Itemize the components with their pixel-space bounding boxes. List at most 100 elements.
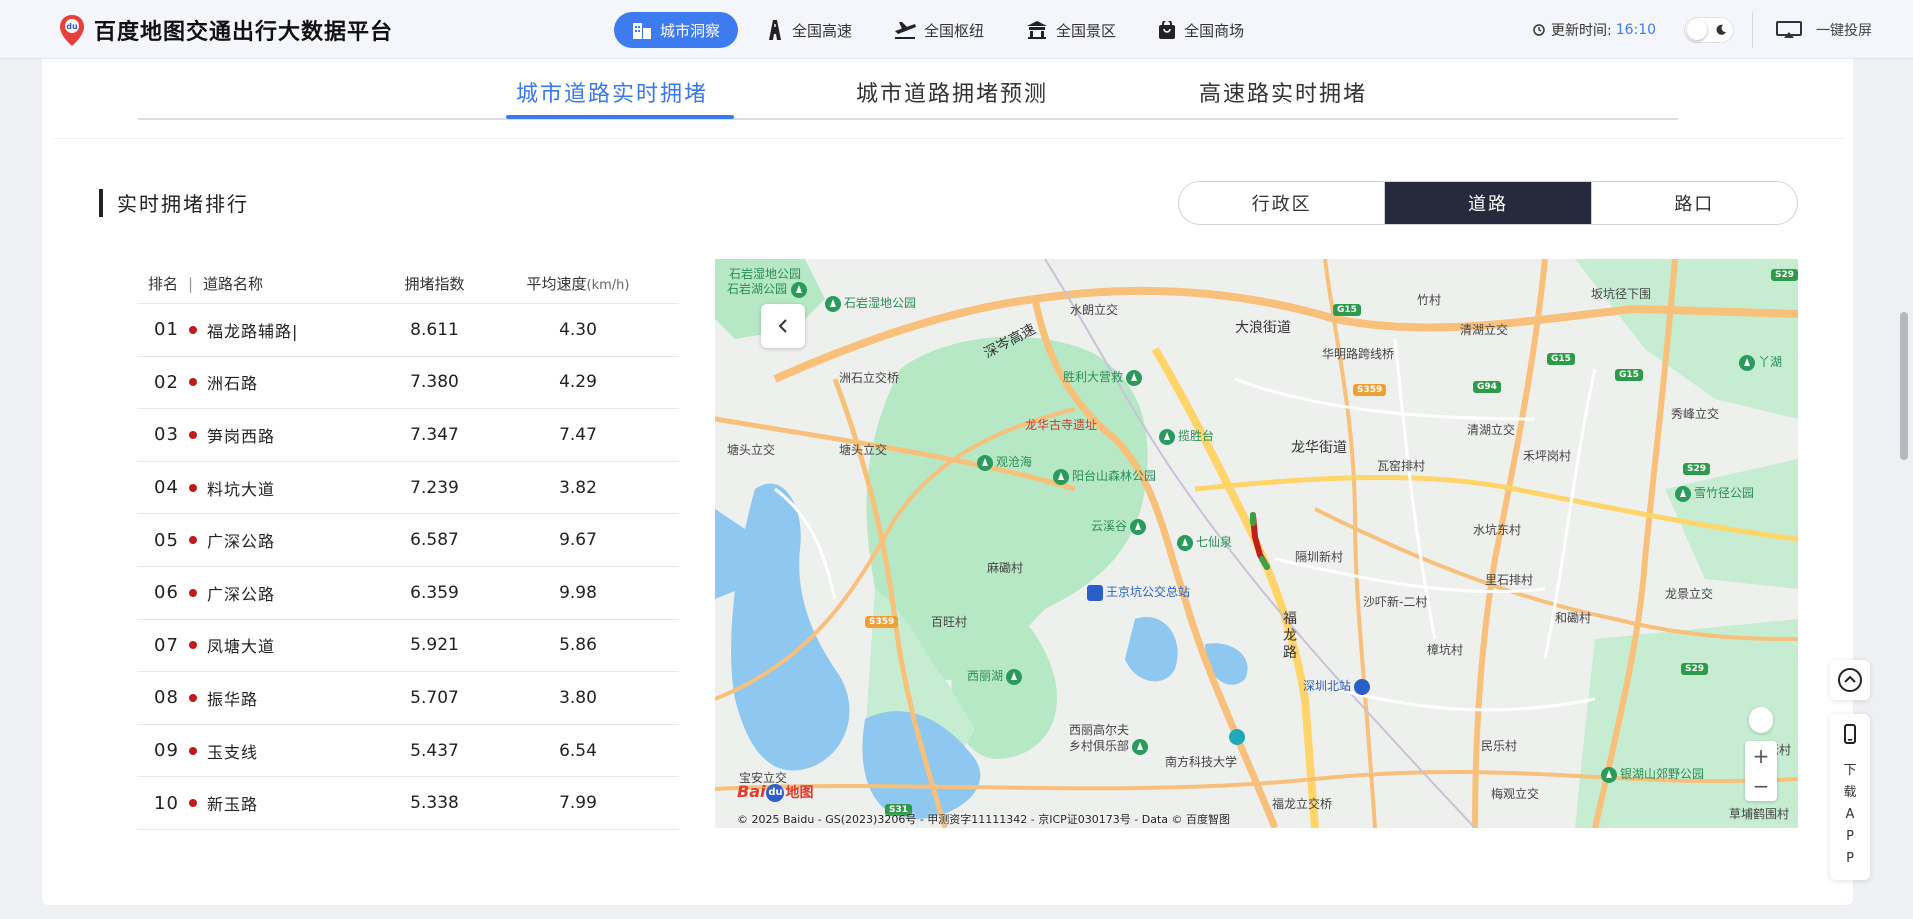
road-name: 广深公路 <box>207 532 276 552</box>
table-row[interactable]: 03 笋岗西路 7.347 7.47 <box>137 409 679 462</box>
app-logo[interactable]: du 百度地图交通出行大数据平台 <box>58 14 393 46</box>
avg-speed-cell: 5.86 <box>559 635 597 656</box>
congestion-index-cell: 5.338 <box>410 793 459 814</box>
map-label: 秀峰立交 <box>1671 407 1720 421</box>
plane-icon <box>895 22 917 39</box>
zoom-in-button[interactable]: + <box>1745 741 1777 771</box>
nav-label: 全国商场 <box>1184 21 1245 40</box>
park-poi-icon <box>1739 354 1755 371</box>
park-poi-icon <box>791 281 808 298</box>
table-row[interactable]: 07 凤塘大道 5.921 5.86 <box>137 620 679 673</box>
map-label: 云溪谷 <box>1091 517 1149 535</box>
seg-district[interactable]: 行政区 <box>1179 182 1386 224</box>
table-row[interactable]: 05 广深公路 6.587 9.67 <box>137 514 679 567</box>
road-name-cell: 凤塘大道 <box>189 633 365 657</box>
map-label <box>1211 729 1248 745</box>
map-layer-toggle-icon[interactable] <box>1749 707 1773 733</box>
route-shield: S359 <box>1353 384 1387 396</box>
road-name: 新玉路 <box>207 795 259 815</box>
nav-national-hub[interactable]: 全国枢纽 <box>880 12 998 48</box>
section-title: 实时拥堵排行 <box>99 188 249 217</box>
table-row[interactable]: 09 玉支线 5.437 6.54 <box>137 725 679 778</box>
rank-cell: 10 <box>154 792 179 814</box>
map-label: 龙华古寺遗址 <box>1025 418 1098 432</box>
map-label: 龙景立交 <box>1665 587 1714 601</box>
map-label: 水朗立交 <box>1070 303 1119 317</box>
table-row[interactable]: 04 料坑大道 7.239 3.82 <box>137 462 679 515</box>
table-body: 01 福龙路辅路| 8.611 4.30 02 洲石路 7.380 4.29 03 笋岗西路 7.3… <box>137 304 679 830</box>
congestion-dot <box>189 536 197 545</box>
dark-mode-toggle[interactable] <box>1684 17 1734 43</box>
map-label: 洲石立交桥 <box>839 371 900 385</box>
header-rank-label: 排名 <box>148 275 179 293</box>
map-label: 龙华街道 <box>1291 440 1347 456</box>
table-row[interactable]: 06 广深公路 6.359 9.98 <box>137 567 679 620</box>
table-row[interactable]: 08 振华路 5.707 3.80 <box>137 672 679 725</box>
nav-city-insight[interactable]: 城市洞察 <box>614 12 739 48</box>
sub-tabs: 城市道路实时拥堵 城市道路拥堵预测 高速路实时拥堵 <box>138 60 1678 120</box>
road-name-cell: 玉支线 <box>189 739 365 763</box>
map-label: 深圳北站 <box>1303 677 1371 695</box>
map-label: 草埔鹤围村 <box>1729 807 1790 821</box>
seg-road[interactable]: 道路 <box>1385 182 1592 224</box>
map-label-text: 雪竹径公园 <box>1694 486 1755 500</box>
seg-intersection[interactable]: 路口 <box>1592 182 1797 224</box>
logo-du: du <box>766 783 785 802</box>
road-name-cell: 振华路 <box>189 686 365 710</box>
rank-cell: 09 <box>154 740 179 762</box>
tab-city-congestion-forecast[interactable]: 城市道路拥堵预测 <box>856 76 1048 108</box>
table-row[interactable]: 10 新玉路 5.338 7.99 <box>137 777 679 830</box>
map-label-text: 七仙泉 <box>1196 535 1233 549</box>
park-poi-icon <box>977 454 993 471</box>
nav-national-highway[interactable]: 全国高速 <box>752 12 866 48</box>
congestion-map[interactable]: 石岩湿地公园 石岩湖公园 石岩湿地公园 水朗立交 大浪街道 竹村 坂坑径下围 清… <box>715 259 1798 828</box>
zoom-out-button[interactable]: − <box>1745 771 1777 801</box>
congestion-index-cell: 7.347 <box>410 424 459 445</box>
map-label: 丫湖 <box>1739 353 1782 371</box>
tab-realtime-city-congestion[interactable]: 城市道路实时拥堵 <box>516 76 708 108</box>
map-label: 民乐村 <box>1481 739 1518 753</box>
logo-map-text: 地图 <box>785 785 814 801</box>
cast-screen-button[interactable]: 一键投屏 <box>1776 20 1872 40</box>
congestion-index-cell: 7.239 <box>410 477 459 498</box>
header-speed-unit: (km/h) <box>586 278 630 293</box>
logo-text: Bai <box>737 782 766 801</box>
map-label-text: 石岩湖公园 <box>727 282 788 296</box>
route-shield: S359 <box>865 616 899 628</box>
nav-national-scenic[interactable]: 全国景区 <box>1012 12 1130 48</box>
tab-highway-realtime-congestion[interactable]: 高速路实时拥堵 <box>1199 76 1367 108</box>
map-collapse-button[interactable] <box>761 304 805 348</box>
nav-label: 全国高速 <box>792 21 853 40</box>
map-label-text: 银湖山郊野公园 <box>1620 767 1705 781</box>
map-label: 王京坑公交总站 <box>1087 583 1190 601</box>
download-app-button[interactable]: 下载APP <box>1830 714 1870 880</box>
refresh-icon[interactable] <box>1532 23 1546 37</box>
cast-screen-icon <box>1776 21 1802 38</box>
map-label: 樟坑村 <box>1427 643 1464 657</box>
park-poi-icon <box>1675 485 1691 502</box>
map-label: 福龙路 <box>1283 611 1297 661</box>
back-to-top-button[interactable] <box>1830 660 1870 700</box>
avg-speed-cell: 3.80 <box>559 687 597 708</box>
map-label-text: 西丽湖 <box>967 669 1004 683</box>
update-label: 更新时间: <box>1551 23 1612 39</box>
road-name: 福龙路辅路| <box>207 321 299 341</box>
chevron-left-icon <box>778 319 787 333</box>
moon-icon <box>1716 24 1726 35</box>
table-row[interactable]: 02 洲石路 7.380 4.29 <box>137 357 679 410</box>
map-label: 麻磡村 <box>987 561 1024 575</box>
map-base <box>715 259 1798 828</box>
congestion-dot <box>189 799 197 808</box>
nav-national-mall[interactable]: 全国商场 <box>1144 12 1258 48</box>
congestion-index-cell: 6.587 <box>410 530 459 551</box>
map-label-text: 观沧海 <box>996 455 1033 469</box>
table-row[interactable]: 01 福龙路辅路| 8.611 4.30 <box>137 304 679 357</box>
map-label: 梅观立交 <box>1491 787 1540 801</box>
nav-label: 城市洞察 <box>660 21 721 40</box>
building-icon <box>633 23 651 39</box>
map-label: 瓦窑排村 <box>1377 459 1426 473</box>
bus-station-icon <box>1087 584 1103 601</box>
avg-speed-cell: 7.99 <box>559 793 597 814</box>
page-scrollbar[interactable] <box>1900 312 1908 460</box>
rank-cell: 05 <box>154 529 179 551</box>
